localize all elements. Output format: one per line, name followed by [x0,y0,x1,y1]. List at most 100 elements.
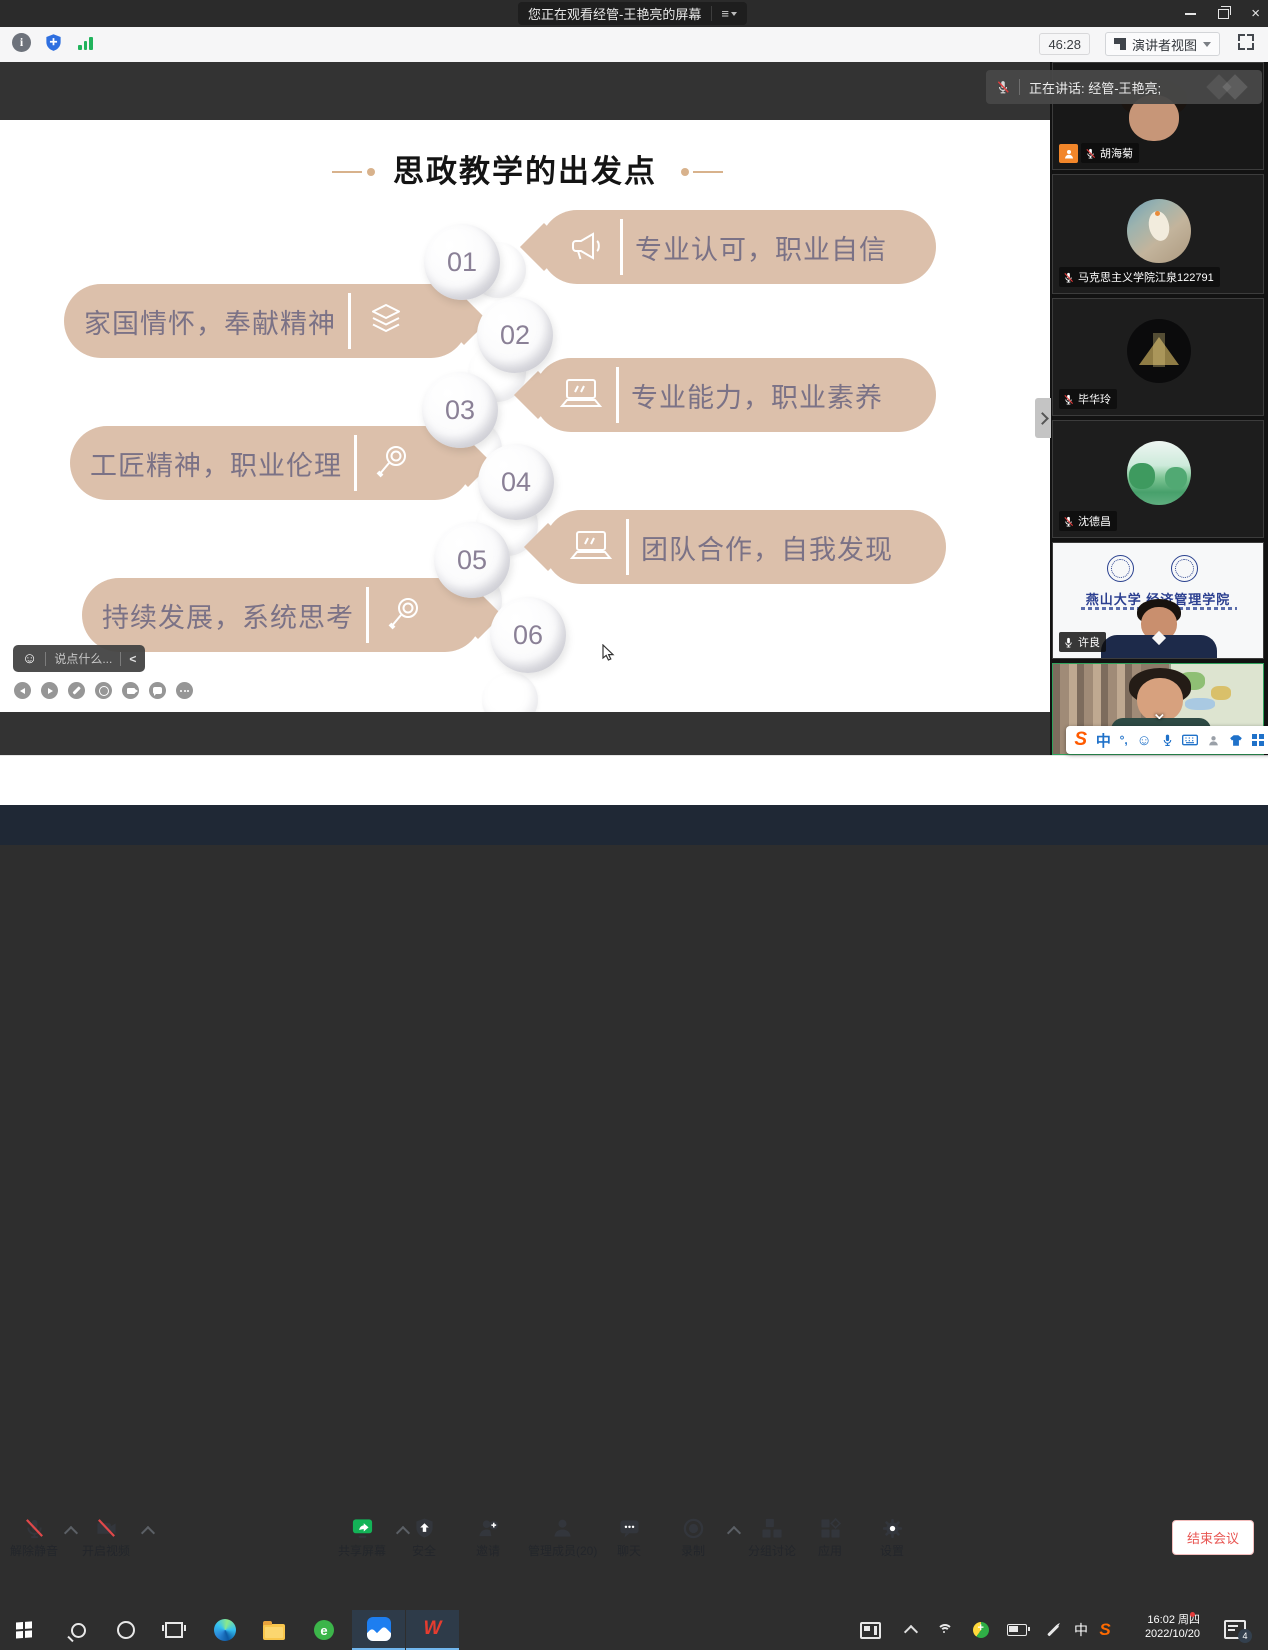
next-slide-button[interactable] [41,682,58,699]
annotate-pencil-button[interactable] [68,682,85,699]
pen-tray-icon[interactable] [1038,1610,1068,1650]
chat-bubble-button[interactable] [149,682,166,699]
collapse-video-chevron[interactable]: ⌄ [1151,708,1168,718]
mic-muted-icon [996,80,1010,94]
ime-toolbar[interactable]: S 中 °, ☺ [1066,726,1268,754]
ime-skin-shirt-icon[interactable] [1229,734,1243,747]
slide-item-03: 专业能力，职业素养 [534,358,936,432]
search-button[interactable] [56,1610,100,1650]
slide-item-04: 工匠精神，职业伦理 [70,426,472,500]
laptop-icon [568,526,614,568]
speaking-text: 正在讲话: 经管-王艳亮; [1029,78,1161,97]
meeting-control-bar: 解除静音 开启视频 共享屏幕 安全 邀请 管理成员(20) 聊天 录制 分组讨论… [0,755,1268,806]
emoji-icon[interactable]: ☺ [22,651,37,666]
mic-on-icon [1063,637,1074,648]
news-widget-icon[interactable] [848,1610,892,1650]
share-options-chevron[interactable] [396,1526,410,1540]
step-number-01: 01 [424,224,500,300]
unmute-button[interactable]: 解除静音 [10,1517,58,1559]
view-mode-button[interactable]: 演讲者视图 [1105,32,1220,56]
security-shield-icon[interactable] [44,33,63,52]
avatar [1127,319,1191,383]
title-deco-dot-left [367,168,375,176]
slide-item-06: 持续发展，系统思考 [82,578,482,652]
step-number-04: 04 [478,444,554,520]
university-seal-icon [1107,555,1134,582]
start-video-button[interactable]: 开启视频 [82,1517,130,1559]
ime-voice-icon[interactable] [1161,733,1174,747]
participant-tile[interactable]: 燕山大学 经济管理学院 许良 [1052,542,1264,659]
participant-name-label: 沈德昌 [1059,511,1117,531]
cortana-button[interactable] [104,1610,148,1650]
file-explorer-icon[interactable] [252,1610,296,1650]
maximize-button[interactable] [1218,9,1229,19]
close-button[interactable]: × [1251,6,1260,21]
member-badge-icon [1059,144,1078,163]
video-options-chevron[interactable] [141,1526,155,1540]
share-screen-button[interactable]: 共享屏幕 [338,1517,386,1559]
end-meeting-button[interactable]: 结束会议 [1172,1520,1254,1555]
mute-options-chevron[interactable] [64,1526,78,1540]
meeting-info-icon[interactable]: i [12,33,31,52]
record-button[interactable]: 录制 [681,1517,705,1559]
sogou-logo-icon[interactable]: S [1074,729,1087,751]
edge-app-icon[interactable] [203,1610,247,1650]
camera-button[interactable] [122,682,139,699]
ime-language-toggle[interactable]: 中 [1096,730,1111,751]
ime-emoji-button[interactable]: ☺ [1136,732,1151,749]
minimize-button[interactable] [1185,13,1196,15]
chat-button[interactable]: 聊天 [617,1517,641,1559]
presentation-slide: 思政教学的出发点 01 专业认可，职业自信 家国情怀，奉献精神 [0,120,1050,712]
avatar [1127,199,1191,263]
windows-taskbar: e W 中 S 16:02 周四 2022/10/20 4 [0,805,1268,845]
security-button[interactable]: 安全 [412,1517,436,1559]
ime-keyboard-icon[interactable] [1182,734,1198,746]
invite-button[interactable]: 邀请 [476,1517,500,1559]
sidebar-expand-handle[interactable] [1035,398,1051,438]
antivirus-360-tray-icon[interactable] [966,1610,996,1650]
battery-tray-icon[interactable] [1000,1610,1034,1650]
view-mode-label: 演讲者视图 [1132,35,1197,54]
fullscreen-button[interactable] [1238,34,1254,50]
browser-360-icon[interactable]: e [302,1610,346,1650]
ime-menu-grid-icon[interactable] [1252,734,1264,746]
quick-chat-box[interactable]: ☺ 说点什么... < [13,645,145,672]
task-view-button[interactable] [152,1610,196,1650]
clock-alert-dot [1190,1612,1195,1617]
participant-name-label: 许良 [1059,632,1106,652]
magnifier-icon [381,593,425,637]
ghost-circle [482,672,538,712]
wps-app-taskbar-icon[interactable]: W [406,1610,459,1650]
participant-tile[interactable]: 毕华玲 [1052,298,1264,416]
start-button[interactable] [2,1610,46,1650]
taskbar-clock[interactable]: 16:02 周四 2022/10/20 [1108,1613,1200,1641]
network-signal-icon[interactable] [78,35,94,50]
settings-button[interactable]: 设置 [880,1517,904,1559]
prev-slide-button[interactable] [14,682,31,699]
breakout-rooms-button[interactable]: 分组讨论 [748,1517,796,1559]
step-number-05: 05 [434,522,510,598]
share-menu-icon[interactable]: ≡ [711,6,737,21]
participant-tile[interactable]: 马克思主义学院江泉122791 [1052,174,1264,294]
layers-icon [363,299,409,343]
meeting-app-taskbar-icon[interactable] [352,1610,405,1650]
watching-title-pill[interactable]: 您正在观看经管-王艳亮的屏幕 ≡ [518,2,747,25]
ime-skin-person-icon[interactable] [1207,734,1220,747]
participant-name-label: 胡海菊 [1081,143,1139,163]
chat-input-placeholder[interactable]: 说点什么... [54,650,112,667]
slide-item-02: 家国情怀，奉献精神 [64,284,468,358]
wifi-tray-icon[interactable] [930,1610,960,1650]
more-tools-button[interactable] [176,682,193,699]
tray-overflow-chevron[interactable] [896,1610,926,1650]
layout-icon [1114,38,1126,50]
shared-screen-stage: 思政教学的出发点 01 专业认可，职业自信 家国情怀，奉献精神 [0,62,1050,755]
focus-button[interactable] [95,682,112,699]
ime-indicator-tray[interactable]: 中 [1068,1610,1094,1650]
ime-punctuation-toggle[interactable]: °, [1120,733,1128,747]
slide-item-05: 团队合作，自我发现 [544,510,946,584]
participant-tile[interactable]: 沈德昌 [1052,420,1264,538]
manage-members-button[interactable]: 管理成员(20) [528,1517,597,1559]
apps-button[interactable]: 应用 [818,1517,842,1559]
chat-collapse-icon[interactable]: < [129,652,136,666]
record-options-chevron[interactable] [727,1526,741,1540]
